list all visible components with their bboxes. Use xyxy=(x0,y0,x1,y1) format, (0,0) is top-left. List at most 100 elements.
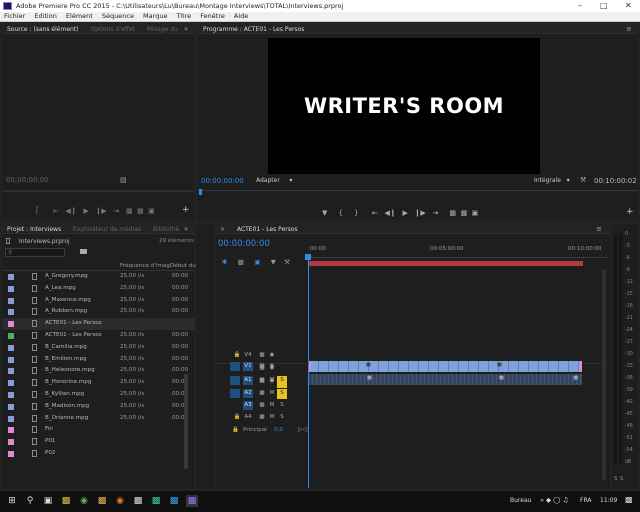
tab-effect-options[interactable]: Options d'effet xyxy=(85,24,139,33)
panel-menu-icon[interactable]: ≡ xyxy=(596,225,602,233)
list-item[interactable]: P02 xyxy=(2,448,194,460)
overwrite-icon[interactable]: ▩ xyxy=(137,207,144,215)
play-icon[interactable]: ▶ xyxy=(402,209,407,217)
project-scrollbar[interactable] xyxy=(184,374,188,469)
source-settings-icon[interactable]: ▧ xyxy=(120,176,127,184)
list-item[interactable]: B_Madison.mpg 25,00 i/s 00:00 xyxy=(2,401,194,413)
mark-out-icon[interactable]: } xyxy=(354,209,358,217)
step-back-icon[interactable]: ◀❙ xyxy=(65,207,76,215)
folder-icon[interactable]: ▩ xyxy=(96,495,108,507)
source-patch-a2[interactable] xyxy=(230,389,240,398)
lock-icon[interactable]: 🔒 xyxy=(232,413,242,422)
list-item[interactable]: ACTE01 - Les Persos 25,00 i/s 00:00 xyxy=(2,330,194,342)
master-volume-value[interactable]: 0,0 xyxy=(274,427,283,433)
extract-icon[interactable]: ▩ xyxy=(461,209,468,217)
export-frame-icon[interactable]: ▣ xyxy=(148,207,155,215)
label-color-swatch[interactable] xyxy=(8,427,14,434)
source-patch-a3[interactable] xyxy=(230,401,240,410)
close-tab-icon[interactable]: ✕ xyxy=(216,224,230,233)
label-color-swatch[interactable] xyxy=(8,309,14,316)
maximize-icon[interactable]: □ xyxy=(600,1,608,10)
tab-audio-mixer[interactable]: Mixage du xyxy=(142,24,183,33)
column-media-start[interactable]: Début du xyxy=(170,263,196,269)
tab-sequence[interactable]: ACTE01 - Les Persos xyxy=(232,224,303,233)
search-icon[interactable]: ⚲ xyxy=(24,495,36,507)
list-item[interactable]: ACTE01 - Les Persos xyxy=(2,318,194,330)
mark-in-icon[interactable]: { xyxy=(339,209,343,217)
mute-button[interactable]: M xyxy=(267,389,277,398)
wrench-icon[interactable]: ⚒ xyxy=(580,176,586,184)
timeline-vscroll[interactable] xyxy=(602,270,606,480)
list-item[interactable]: A_Maxence.mpg 25,00 i/s 00:00 xyxy=(2,295,194,307)
adobe-audition-icon[interactable]: ▩ xyxy=(150,495,162,507)
label-color-swatch[interactable] xyxy=(8,415,14,422)
label-color-swatch[interactable] xyxy=(8,368,14,375)
file-explorer-icon[interactable]: ▩ xyxy=(60,495,72,507)
list-item[interactable]: A_Lea.mpg 25,00 i/s 00:00 xyxy=(2,283,194,295)
tray-icons[interactable]: » ◆ ◯ ♫ xyxy=(540,496,568,504)
meter-solo-right[interactable]: S xyxy=(620,476,623,482)
video-clip-strip[interactable]: ▩ ▩ xyxy=(309,361,582,372)
track-label-a2[interactable]: A2 xyxy=(243,389,253,398)
language-indicator[interactable]: FRA xyxy=(580,497,591,504)
tab-media-browser[interactable]: Explorateur de médias xyxy=(68,224,146,233)
menu-titre[interactable]: Titre xyxy=(177,12,192,20)
timeline-settings-icon[interactable]: ⚒ xyxy=(284,258,290,266)
step-back-icon[interactable]: ◀❙ xyxy=(385,209,396,217)
go-to-in-icon[interactable]: ⇤ xyxy=(53,207,59,215)
step-forward-icon[interactable]: ❙▶ xyxy=(95,207,106,215)
tab-program[interactable]: Programme : ACTE01 - Les Persos xyxy=(198,24,309,33)
work-area-bar[interactable] xyxy=(309,261,583,266)
app-icon[interactable]: ▩ xyxy=(132,495,144,507)
audio-clip-strip[interactable]: ▩ ▩ ▩ xyxy=(309,374,582,385)
firefox-icon[interactable]: ◉ xyxy=(114,495,126,507)
mute-button[interactable]: M xyxy=(267,376,277,385)
track-label-v1[interactable]: V1 xyxy=(243,362,253,371)
list-item[interactable]: A_Rubben.mpg 25,00 i/s 00:00 xyxy=(2,306,194,318)
menu-marque[interactable]: Marque xyxy=(143,12,167,20)
source-patch-v1[interactable] xyxy=(230,362,240,371)
source-timecode[interactable]: 00;00;00;00 xyxy=(6,176,49,184)
panel-menu-icon[interactable]: ≡ xyxy=(626,25,632,33)
go-to-end-icon[interactable]: ▷◁ xyxy=(298,426,307,433)
mute-button[interactable]: M xyxy=(267,413,277,422)
label-color-swatch[interactable] xyxy=(8,356,14,363)
windows-start-icon[interactable]: ⊞ xyxy=(6,495,18,507)
taskbar-location[interactable]: Bureau xyxy=(510,497,531,504)
sync-lock-icon[interactable]: ▩ xyxy=(257,376,267,385)
list-item[interactable]: B_Camilia.mpg 25,00 i/s 00:00 xyxy=(2,342,194,354)
close-icon[interactable]: ✕ xyxy=(625,1,632,10)
program-timecode[interactable]: 00:00:00:00 xyxy=(201,177,244,185)
lock-icon[interactable]: 🔒 xyxy=(232,427,239,433)
program-add-button[interactable]: + xyxy=(626,207,634,217)
tab-libraries[interactable]: Bibliothè xyxy=(148,224,184,233)
tab-project[interactable]: Projet : Interviews xyxy=(2,224,66,233)
list-item[interactable]: B_Heleonore.mpg 25,00 i/s 00:00 xyxy=(2,365,194,377)
label-color-swatch[interactable] xyxy=(8,274,14,280)
add-marker-icon[interactable]: ▼ xyxy=(271,258,276,266)
mute-button[interactable]: M xyxy=(267,401,277,410)
sequence-nest-icon[interactable]: ▣ xyxy=(254,258,260,266)
sync-lock-icon[interactable]: ▩ xyxy=(257,389,267,398)
label-color-swatch[interactable] xyxy=(8,297,14,304)
meter-solo-left[interactable]: S xyxy=(614,476,617,482)
solo-button[interactable]: S xyxy=(277,413,287,422)
quality-dropdown[interactable]: Intégrale ▾ xyxy=(534,177,570,184)
clock[interactable]: 11:09 xyxy=(600,497,617,504)
program-scrubber[interactable] xyxy=(198,190,638,194)
notification-icon[interactable]: ▩ xyxy=(625,495,633,504)
minimize-icon[interactable]: – xyxy=(578,1,582,10)
play-icon[interactable]: ▶ xyxy=(83,207,88,215)
timeline-timecode[interactable]: 00:00:00:00 xyxy=(218,239,270,249)
time-ruler[interactable]: :00:00 00:05:00:00 00:10:00:00 xyxy=(308,244,608,262)
marker-icon[interactable]: ▼ xyxy=(322,209,327,217)
label-color-swatch[interactable] xyxy=(8,403,14,410)
panel-menu-icon[interactable]: » xyxy=(184,25,188,33)
label-color-swatch[interactable] xyxy=(8,380,14,387)
list-item[interactable]: Fin xyxy=(2,424,194,436)
menu-fenetre[interactable]: Fenêtre xyxy=(200,12,225,20)
premiere-pro-taskbar-icon[interactable]: ▩ xyxy=(186,495,198,507)
list-item[interactable]: P01 xyxy=(2,436,194,448)
source-scrubber[interactable] xyxy=(2,190,194,192)
eye-icon[interactable]: ◉ xyxy=(267,362,277,371)
